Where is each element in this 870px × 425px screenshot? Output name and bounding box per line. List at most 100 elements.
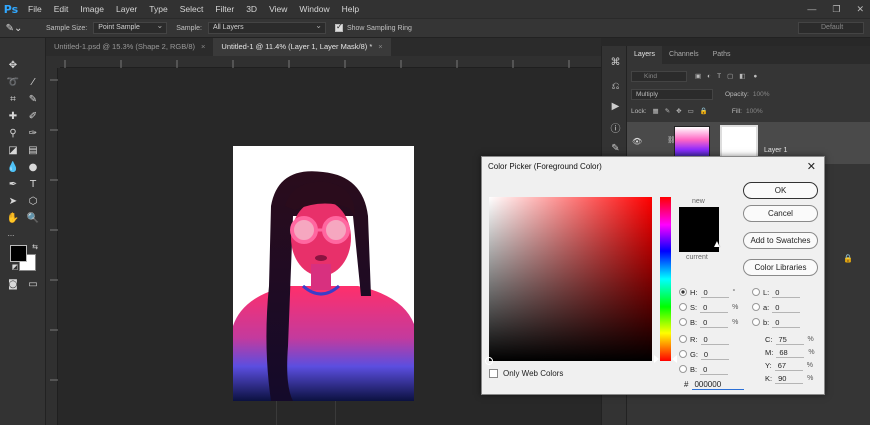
b-channel-input[interactable]: 0 — [772, 317, 801, 328]
show-sampling-ring-checkbox[interactable] — [334, 22, 343, 32]
b-channel-radio[interactable] — [752, 318, 760, 326]
crop-tool-icon[interactable]: ⌗ — [6, 93, 20, 107]
sample-select[interactable]: All Layers — [207, 21, 326, 34]
info-icon[interactable]: ⓘ — [609, 123, 622, 136]
black-input[interactable]: 90 — [775, 373, 804, 384]
menu-filter[interactable]: Filter — [209, 0, 240, 18]
default-colors-icon[interactable]: ◩ — [8, 260, 22, 274]
tab-paths[interactable]: Paths — [706, 46, 738, 64]
hand-tool-icon[interactable]: ✋ — [6, 212, 20, 226]
menu-help[interactable]: Help — [336, 0, 365, 18]
more-tools-icon[interactable]: ··· — [4, 229, 18, 243]
brush-settings-icon[interactable]: ✎ — [609, 142, 622, 155]
brightness-input[interactable]: 0 — [700, 317, 729, 328]
red-input[interactable]: 0 — [700, 334, 729, 345]
red-radio[interactable] — [679, 335, 687, 343]
hue-slider-handle-left[interactable] — [654, 355, 659, 363]
hue-slider[interactable] — [660, 197, 671, 361]
history-icon[interactable]: ⎌ — [609, 80, 622, 93]
yellow-input[interactable]: 67 — [774, 360, 803, 371]
filter-toggle-icon[interactable]: ● — [753, 73, 757, 80]
menu-edit[interactable]: Edit — [48, 0, 75, 18]
eraser-tool-icon[interactable]: ◪ — [6, 144, 20, 158]
lasso-tool-icon[interactable]: ➰ — [6, 76, 20, 90]
lock-image-icon[interactable]: ✎ — [665, 107, 670, 115]
workspace-select[interactable]: Default — [798, 22, 864, 34]
quick-select-tool-icon[interactable]: ⁄ — [26, 76, 40, 90]
color-libraries-button[interactable]: Color Libraries — [743, 259, 818, 276]
path-select-icon[interactable]: ➤ — [6, 195, 20, 209]
menu-window[interactable]: Window — [293, 0, 335, 18]
dodge-tool-icon[interactable]: ● — [26, 161, 40, 175]
lock-artboard-icon[interactable]: ▭ — [688, 107, 694, 115]
magenta-input[interactable]: 68 — [776, 347, 805, 358]
vertical-ruler[interactable] — [46, 68, 58, 425]
minimize-icon[interactable]: — — [807, 4, 816, 14]
tab-layers[interactable]: Layers — [627, 46, 663, 64]
menu-3d[interactable]: 3D — [240, 0, 263, 18]
close-icon[interactable]: ✕ — [856, 4, 864, 15]
saturation-brightness-field[interactable] — [485, 197, 652, 365]
pen-tool-icon[interactable]: ✒ — [6, 178, 20, 192]
lightness-input[interactable]: 0 — [772, 287, 801, 298]
type-tool-icon[interactable]: T — [26, 178, 40, 192]
brush-tool-icon[interactable]: ✐ — [26, 110, 40, 124]
filter-adjustment-icon[interactable]: ◐ — [707, 73, 711, 80]
menu-layer[interactable]: Layer — [110, 0, 143, 18]
screen-mode-icon[interactable]: ▭ — [26, 278, 40, 292]
close-tab-icon[interactable]: × — [378, 42, 382, 51]
quick-mask-icon[interactable]: ◙ — [6, 278, 20, 292]
menu-image[interactable]: Image — [74, 0, 110, 18]
menu-file[interactable]: File — [22, 0, 48, 18]
blur-tool-icon[interactable]: 💧 — [6, 161, 20, 175]
close-icon[interactable]: ✕ — [807, 160, 816, 173]
cancel-button[interactable]: Cancel — [743, 205, 818, 222]
menu-view[interactable]: View — [263, 0, 293, 18]
saturation-radio[interactable] — [679, 303, 687, 311]
restore-icon[interactable]: ❐ — [832, 4, 840, 15]
brightness-radio[interactable] — [679, 318, 687, 326]
tab-shape-2[interactable]: Untitled-1.psd @ 15.3% (Shape 2, RGB/8) × — [46, 38, 213, 56]
shape-tool-icon[interactable]: ⬡ — [26, 195, 40, 209]
lock-pixels-icon[interactable]: ▦ — [653, 107, 659, 115]
hue-radio[interactable] — [679, 288, 687, 296]
zoom-tool-icon[interactable]: 🔍 — [26, 212, 40, 226]
photoshop-logo[interactable]: Ps — [0, 0, 22, 18]
filter-shape-icon[interactable]: ▢ — [727, 72, 733, 80]
green-input[interactable]: 0 — [700, 349, 729, 360]
cyan-input[interactable]: 75 — [775, 334, 804, 345]
sample-size-select[interactable]: Point Sample — [93, 21, 168, 34]
fill-input[interactable]: 100% — [746, 108, 763, 115]
filter-smart-icon[interactable]: ◧ — [739, 72, 745, 80]
green-radio[interactable] — [679, 350, 687, 358]
filter-type-icon[interactable]: T — [717, 73, 721, 80]
actions-play-icon[interactable]: ▶ — [609, 100, 622, 113]
saturation-input[interactable]: 0 — [700, 302, 729, 313]
opacity-input[interactable]: 100% — [753, 91, 770, 98]
a-channel-radio[interactable] — [752, 303, 760, 311]
menu-type[interactable]: Type — [143, 0, 173, 18]
tab-layer-mask[interactable]: Untitled-1 @ 11.4% (Layer 1, Layer Mask/… — [213, 38, 391, 56]
blue-input[interactable]: 0 — [700, 364, 729, 375]
close-tab-icon[interactable]: × — [201, 42, 205, 51]
layer-thumbnail[interactable] — [674, 126, 710, 160]
gradient-tool-icon[interactable]: ▤ — [26, 144, 40, 158]
add-to-swatches-button[interactable]: Add to Swatches — [743, 232, 818, 249]
lightness-radio[interactable] — [752, 288, 760, 296]
hex-input[interactable]: 000000 — [692, 379, 745, 390]
only-web-colors-checkbox[interactable] — [489, 369, 498, 378]
clone-stamp-icon[interactable]: ⚲ — [6, 127, 20, 141]
move-tool-icon[interactable]: ✥ — [6, 59, 20, 73]
lock-position-icon[interactable]: ✥ — [676, 107, 681, 115]
hue-slider-handle-right[interactable] — [672, 355, 677, 363]
ok-button[interactable]: OK — [743, 182, 818, 199]
eyedropper-tool-icon[interactable]: ✎⌄ — [0, 23, 28, 34]
filter-pixel-icon[interactable]: ▣ — [695, 72, 701, 80]
horizontal-ruler[interactable] — [60, 56, 601, 68]
blend-mode-select[interactable]: Multiply — [631, 88, 713, 100]
history-brush-icon[interactable]: ✑ — [26, 127, 40, 141]
tab-channels[interactable]: Channels — [662, 46, 706, 64]
swap-colors-icon[interactable]: ⇆ — [28, 240, 42, 254]
hue-input[interactable]: 0 — [700, 287, 729, 298]
layer-filter-select[interactable]: Kind — [631, 70, 687, 82]
